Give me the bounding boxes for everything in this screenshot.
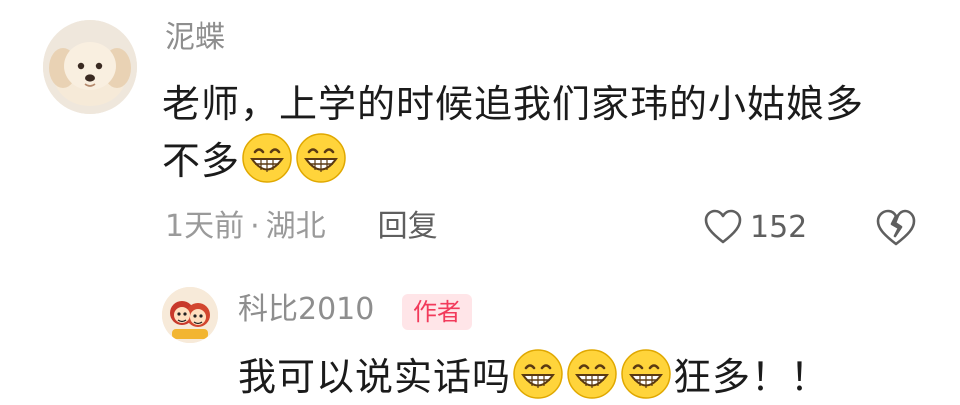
dislike-button[interactable] bbox=[874, 206, 918, 250]
like-button[interactable]: 152 bbox=[704, 205, 807, 249]
grinning-face-icon bbox=[620, 348, 672, 400]
reply-avatar[interactable] bbox=[162, 287, 218, 343]
broken-heart-icon bbox=[876, 209, 916, 246]
author-badge: 作者 bbox=[402, 294, 472, 330]
heart-outline-icon bbox=[704, 209, 742, 244]
comment-location: 湖北 bbox=[265, 209, 326, 244]
reply-text-part1: 我可以说实话吗 bbox=[238, 355, 512, 399]
meta-separator: · bbox=[250, 209, 260, 244]
grinning-face-icon bbox=[566, 348, 618, 400]
reply-button[interactable]: 回复 bbox=[378, 205, 438, 249]
comment-thread: 泥蝶 老师，上学的时候追我们家玮的小姑娘多 不多 1天前 · 湖北 回复 152 bbox=[0, 0, 960, 405]
reply-username[interactable]: 科比2010 bbox=[238, 288, 374, 332]
reply-text: 我可以说实话吗 狂多！！ bbox=[238, 348, 938, 404]
grinning-face-icon bbox=[512, 348, 564, 400]
like-count: 152 bbox=[750, 209, 808, 245]
grinning-face-icon bbox=[295, 132, 347, 184]
puppy-avatar-image bbox=[43, 20, 137, 114]
comment-text: 老师，上学的时候追我们家玮的小姑娘多 不多 bbox=[162, 76, 922, 189]
grinning-face-icon bbox=[241, 132, 293, 184]
cartoon-avatar-image bbox=[162, 287, 218, 343]
comment-text-line2: 不多 bbox=[162, 139, 241, 183]
reply-text-part2: 狂多！！ bbox=[673, 355, 830, 399]
comment-time: 1天前 bbox=[165, 209, 245, 244]
comment-meta: 1天前 · 湖北 回复 bbox=[165, 205, 438, 249]
comment-username[interactable]: 泥蝶 bbox=[165, 18, 225, 58]
avatar[interactable] bbox=[43, 20, 137, 114]
comment-text-line1: 老师，上学的时候追我们家玮的小姑娘多 bbox=[162, 82, 865, 126]
